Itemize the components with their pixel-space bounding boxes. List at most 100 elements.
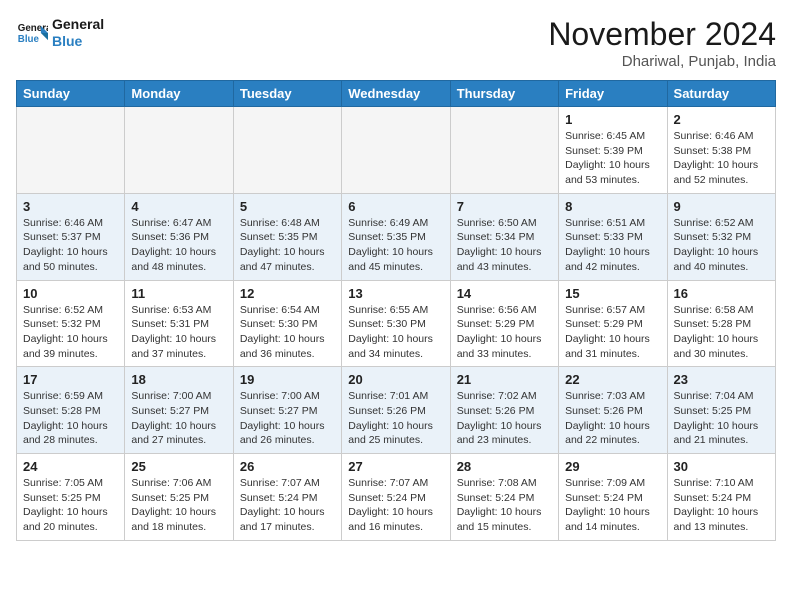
calendar-day: 27 Sunrise: 7:07 AM Sunset: 5:24 PM Dayli…	[342, 454, 450, 541]
weekday-header-tuesday: Tuesday	[233, 81, 341, 107]
day-number: 27	[348, 459, 443, 474]
day-info: Sunrise: 7:01 AM Sunset: 5:26 PM Dayligh…	[348, 389, 443, 448]
calendar-day: 6Sunrise: 6:49 AM Sunset: 5:35 PM Daylig…	[342, 193, 450, 280]
day-number: 18	[131, 372, 226, 387]
weekday-header-thursday: Thursday	[450, 81, 558, 107]
calendar-day: 21Sunrise: 7:02 AM Sunset: 5:26 PM Dayli…	[450, 367, 558, 454]
day-number: 2	[674, 112, 769, 127]
weekday-header-sunday: Sunday	[17, 81, 125, 107]
day-info: Sunrise: 7:08 AM Sunset: 5:24 PM Dayligh…	[457, 476, 552, 535]
calendar-day: 14 Sunrise: 6:56 AM Sunset: 5:29 PM Dayli…	[450, 280, 558, 367]
day-info: Sunrise: 6:57 AM Sunset: 5:29 PM Dayligh…	[565, 303, 660, 362]
day-number: 25	[131, 459, 226, 474]
svg-text:Blue: Blue	[18, 34, 40, 45]
weekday-header-monday: Monday	[125, 81, 233, 107]
day-number: 21	[457, 372, 552, 387]
location: Dhariwal, Punjab, India	[548, 53, 776, 70]
day-info: Sunrise: 7:06 AM Sunset: 5:25 PM Dayligh…	[131, 476, 226, 535]
calendar-day: 28 Sunrise: 7:08 AM Sunset: 5:24 PM Dayli…	[450, 454, 558, 541]
calendar-day: 15 Sunrise: 6:57 AM Sunset: 5:29 PM Dayli…	[559, 280, 667, 367]
day-number: 10	[23, 286, 118, 301]
day-info: Sunrise: 6:54 AM Sunset: 5:30 PM Dayligh…	[240, 303, 335, 362]
logo: General Blue General Blue	[16, 16, 104, 50]
calendar-day: 16 Sunrise: 6:58 AM Sunset: 5:28 PM Dayli…	[667, 280, 775, 367]
logo-icon: General Blue	[16, 17, 48, 49]
calendar-day: 9Sunrise: 6:52 AM Sunset: 5:32 PM Daylig…	[667, 193, 775, 280]
day-info: Sunrise: 7:07 AM Sunset: 5:24 PM Dayligh…	[240, 476, 335, 535]
month-title: November 2024	[548, 16, 776, 53]
day-info: Sunrise: 7:00 AM Sunset: 5:27 PM Dayligh…	[240, 389, 335, 448]
calendar-day: 26 Sunrise: 7:07 AM Sunset: 5:24 PM Dayli…	[233, 454, 341, 541]
logo-text: General Blue	[52, 16, 104, 50]
calendar-day: 20 Sunrise: 7:01 AM Sunset: 5:26 PM Dayli…	[342, 367, 450, 454]
weekday-header-wednesday: Wednesday	[342, 81, 450, 107]
weekday-header-saturday: Saturday	[667, 81, 775, 107]
calendar-day: 3Sunrise: 6:46 AM Sunset: 5:37 PM Daylig…	[17, 193, 125, 280]
day-number: 4	[131, 199, 226, 214]
calendar-day: 4 Sunrise: 6:47 AM Sunset: 5:36 PM Daylig…	[125, 193, 233, 280]
calendar-day	[233, 107, 341, 194]
day-info: Sunrise: 6:58 AM Sunset: 5:28 PM Dayligh…	[674, 303, 769, 362]
day-number: 19	[240, 372, 335, 387]
calendar-week-1: 1Sunrise: 6:45 AM Sunset: 5:39 PM Daylig…	[17, 107, 776, 194]
day-info: Sunrise: 7:05 AM Sunset: 5:25 PM Dayligh…	[23, 476, 118, 535]
calendar-day: 8 Sunrise: 6:51 AM Sunset: 5:33 PM Daylig…	[559, 193, 667, 280]
day-number: 24	[23, 459, 118, 474]
calendar-day: 25 Sunrise: 7:06 AM Sunset: 5:25 PM Dayli…	[125, 454, 233, 541]
day-number: 5	[240, 199, 335, 214]
title-block: November 2024 Dhariwal, Punjab, India	[548, 16, 776, 70]
day-number: 23	[674, 372, 769, 387]
day-info: Sunrise: 7:10 AM Sunset: 5:24 PM Dayligh…	[674, 476, 769, 535]
calendar-day: 7Sunrise: 6:50 AM Sunset: 5:34 PM Daylig…	[450, 193, 558, 280]
calendar-day: 11 Sunrise: 6:53 AM Sunset: 5:31 PM Dayli…	[125, 280, 233, 367]
calendar-day: 5 Sunrise: 6:48 AM Sunset: 5:35 PM Daylig…	[233, 193, 341, 280]
day-number: 30	[674, 459, 769, 474]
calendar-week-5: 24 Sunrise: 7:05 AM Sunset: 5:25 PM Dayli…	[17, 454, 776, 541]
day-info: Sunrise: 6:51 AM Sunset: 5:33 PM Dayligh…	[565, 216, 660, 275]
day-info: Sunrise: 7:03 AM Sunset: 5:26 PM Dayligh…	[565, 389, 660, 448]
day-number: 29	[565, 459, 660, 474]
day-number: 28	[457, 459, 552, 474]
day-info: Sunrise: 6:48 AM Sunset: 5:35 PM Dayligh…	[240, 216, 335, 275]
calendar-day: 19 Sunrise: 7:00 AM Sunset: 5:27 PM Dayli…	[233, 367, 341, 454]
calendar-day	[17, 107, 125, 194]
calendar-day: 1Sunrise: 6:45 AM Sunset: 5:39 PM Daylig…	[559, 107, 667, 194]
calendar-day: 29 Sunrise: 7:09 AM Sunset: 5:24 PM Dayli…	[559, 454, 667, 541]
calendar-day: 2 Sunrise: 6:46 AM Sunset: 5:38 PM Daylig…	[667, 107, 775, 194]
day-number: 8	[565, 199, 660, 214]
day-info: Sunrise: 7:07 AM Sunset: 5:24 PM Dayligh…	[348, 476, 443, 535]
calendar-table: SundayMondayTuesdayWednesdayThursdayFrid…	[16, 80, 776, 541]
weekday-header-friday: Friday	[559, 81, 667, 107]
calendar-week-2: 3Sunrise: 6:46 AM Sunset: 5:37 PM Daylig…	[17, 193, 776, 280]
page-header: General Blue General Blue November 2024 …	[16, 16, 776, 70]
day-number: 26	[240, 459, 335, 474]
calendar-week-3: 10 Sunrise: 6:52 AM Sunset: 5:32 PM Dayli…	[17, 280, 776, 367]
day-info: Sunrise: 7:09 AM Sunset: 5:24 PM Dayligh…	[565, 476, 660, 535]
calendar-week-4: 17Sunrise: 6:59 AM Sunset: 5:28 PM Dayli…	[17, 367, 776, 454]
day-number: 12	[240, 286, 335, 301]
day-info: Sunrise: 6:52 AM Sunset: 5:32 PM Dayligh…	[674, 216, 769, 275]
day-info: Sunrise: 7:04 AM Sunset: 5:25 PM Dayligh…	[674, 389, 769, 448]
day-info: Sunrise: 6:53 AM Sunset: 5:31 PM Dayligh…	[131, 303, 226, 362]
calendar-day: 10 Sunrise: 6:52 AM Sunset: 5:32 PM Dayli…	[17, 280, 125, 367]
calendar-day: 22Sunrise: 7:03 AM Sunset: 5:26 PM Dayli…	[559, 367, 667, 454]
calendar-day: 30 Sunrise: 7:10 AM Sunset: 5:24 PM Dayli…	[667, 454, 775, 541]
weekday-header-row: SundayMondayTuesdayWednesdayThursdayFrid…	[17, 81, 776, 107]
day-number: 20	[348, 372, 443, 387]
day-info: Sunrise: 6:56 AM Sunset: 5:29 PM Dayligh…	[457, 303, 552, 362]
day-info: Sunrise: 6:50 AM Sunset: 5:34 PM Dayligh…	[457, 216, 552, 275]
day-info: Sunrise: 6:47 AM Sunset: 5:36 PM Dayligh…	[131, 216, 226, 275]
calendar-day	[342, 107, 450, 194]
day-number: 11	[131, 286, 226, 301]
calendar-day: 24 Sunrise: 7:05 AM Sunset: 5:25 PM Dayli…	[17, 454, 125, 541]
calendar-day	[450, 107, 558, 194]
day-info: Sunrise: 6:46 AM Sunset: 5:37 PM Dayligh…	[23, 216, 118, 275]
day-info: Sunrise: 6:52 AM Sunset: 5:32 PM Dayligh…	[23, 303, 118, 362]
day-number: 14	[457, 286, 552, 301]
calendar-day: 17Sunrise: 6:59 AM Sunset: 5:28 PM Dayli…	[17, 367, 125, 454]
day-info: Sunrise: 6:49 AM Sunset: 5:35 PM Dayligh…	[348, 216, 443, 275]
day-number: 15	[565, 286, 660, 301]
calendar-day: 13Sunrise: 6:55 AM Sunset: 5:30 PM Dayli…	[342, 280, 450, 367]
day-number: 16	[674, 286, 769, 301]
day-info: Sunrise: 6:46 AM Sunset: 5:38 PM Dayligh…	[674, 129, 769, 188]
